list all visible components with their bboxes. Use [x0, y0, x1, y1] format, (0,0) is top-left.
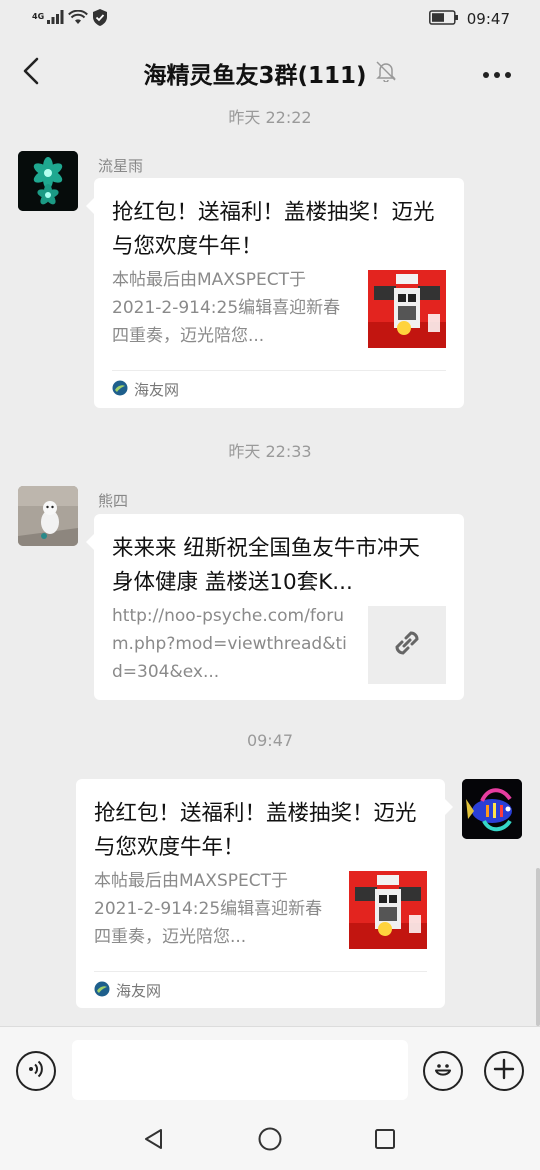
card-thumbnail: [368, 606, 446, 684]
more-icon: [482, 64, 512, 83]
avatar[interactable]: [18, 151, 78, 211]
chat-header: 海精灵鱼友3群(111): [0, 38, 540, 108]
nav-recents-icon: [373, 1127, 397, 1155]
chevron-left-icon: [21, 57, 41, 89]
more-button[interactable]: [480, 56, 514, 90]
network-type: 4G: [32, 11, 45, 21]
voice-button[interactable]: [16, 1051, 56, 1091]
card-footer: 海友网: [112, 370, 446, 408]
message-input[interactable]: [72, 1040, 408, 1100]
emoji-icon: [431, 1057, 455, 1085]
card-title: 抢红包！送福利！盖楼抽奖！迈光与您欢度牛年！: [94, 801, 417, 860]
card-thumbnail: [368, 270, 446, 348]
card-description: 本帖最后由MAXSPECT于2021-2-914:25编辑喜迎新春四重奏，迈光陪…: [94, 871, 323, 947]
shield-icon: [92, 8, 108, 30]
scrollbar[interactable]: [536, 868, 540, 1026]
source-name: 海友网: [134, 381, 180, 399]
avatar[interactable]: [18, 486, 78, 546]
source-name: 海友网: [116, 982, 162, 1000]
status-time: 09:47: [466, 10, 510, 28]
plus-button[interactable]: [484, 1051, 524, 1091]
card-description: http://noo-psyche.com/forum.php?mod=view…: [112, 606, 347, 682]
chat-title: 海精灵鱼友3群(111): [143, 63, 367, 89]
system-nav-bar: [0, 1112, 540, 1170]
battery-icon: [428, 9, 459, 29]
signal-icon: [46, 10, 64, 28]
sender-name: 熊四: [98, 492, 129, 510]
link-card[interactable]: 来来来 纽斯祝全国鱼友牛市冲天 身体健康 盖楼送10套K... http://n…: [86, 514, 464, 700]
link-icon: [388, 624, 426, 666]
chat-area[interactable]: 昨天 22:22 流星雨 抢红包！送福利！盖楼抽奖！迈光与您欢度牛年！ 本帖最后…: [0, 100, 540, 1026]
timestamp: 昨天 22:22: [228, 108, 312, 127]
avatar[interactable]: [462, 779, 522, 839]
link-card[interactable]: 抢红包！送福利！盖楼抽奖！迈光与您欢度牛年！ 本帖最后由MAXSPECT于202…: [86, 178, 464, 408]
status-bar: 4G 09:47: [0, 0, 540, 38]
plus-icon: [493, 1058, 515, 1084]
nav-home-icon: [257, 1126, 283, 1156]
nav-back-icon: [142, 1127, 166, 1155]
card-title: 来来来 纽斯祝全国鱼友牛市冲天 身体健康 盖楼送10套K...: [112, 536, 420, 595]
timestamp: 09:47: [246, 731, 294, 750]
input-bar: [0, 1026, 540, 1112]
source-logo-icon: [112, 380, 128, 400]
card-thumbnail: [349, 871, 427, 949]
card-description: 本帖最后由MAXSPECT于2021-2-914:25编辑喜迎新春四重奏，迈光陪…: [112, 270, 341, 346]
status-right: 09:47: [428, 9, 510, 29]
nav-back-button[interactable]: [139, 1126, 169, 1156]
wifi-icon: [68, 9, 89, 29]
emoji-button[interactable]: [423, 1051, 463, 1091]
card-footer: 海友网: [94, 971, 427, 1009]
title-wrap: 海精灵鱼友3群(111): [143, 56, 396, 90]
source-logo-icon: [94, 981, 110, 1001]
link-card[interactable]: 抢红包！送福利！盖楼抽奖！迈光与您欢度牛年！ 本帖最后由MAXSPECT于202…: [76, 779, 453, 1009]
nav-recents-button[interactable]: [370, 1126, 400, 1156]
timestamp: 昨天 22:33: [228, 442, 312, 461]
card-title: 抢红包！送福利！盖楼抽奖！迈光与您欢度牛年！: [112, 200, 435, 259]
status-left: 4G: [32, 8, 108, 30]
nav-home-button[interactable]: [255, 1126, 285, 1156]
voice-icon: [25, 1058, 47, 1084]
sender-name: 流星雨: [98, 157, 144, 175]
bell-off-icon: [375, 60, 397, 86]
back-button[interactable]: [14, 56, 48, 90]
